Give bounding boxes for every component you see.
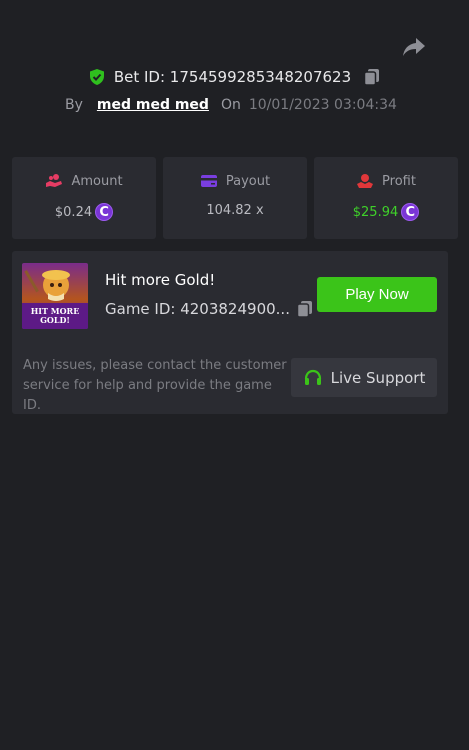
live-support-button[interactable]: Live Support [291, 358, 437, 397]
game-id-text: Game ID: 4203824900... [105, 300, 290, 318]
share-arrow-icon [403, 38, 425, 56]
profit-value: $25.94 [352, 204, 399, 220]
hand-coins-icon [45, 173, 63, 189]
game-title[interactable]: Hit more Gold! [105, 271, 215, 289]
headset-icon [303, 368, 323, 388]
coin-icon: C [401, 203, 420, 221]
share-button[interactable] [400, 34, 428, 60]
game-thumbnail[interactable]: HIT MORE GOLD! [22, 263, 88, 329]
bet-id-row: Bet ID: 1754599285348207623 [0, 68, 469, 86]
live-support-label: Live Support [330, 368, 426, 387]
game-id-row: Game ID: 4203824900... [105, 300, 314, 318]
bet-meta-row: By med med med On 10/01/2023 03:04:34 [65, 97, 397, 113]
username-link[interactable]: med med med [97, 97, 209, 113]
bet-detail-page: Bet ID: 1754599285348207623 By med med m… [0, 0, 469, 750]
payout-value: 104.82 x [206, 203, 264, 218]
amount-label: Amount [71, 173, 123, 189]
game-card: HIT MORE GOLD! Hit more Gold! Game ID: 4… [12, 251, 448, 414]
bet-id-text: Bet ID: 1754599285348207623 [113, 68, 352, 86]
payout-label: Payout [225, 173, 271, 189]
by-label: By [65, 97, 83, 113]
profit-card: Profit $25.94 C [314, 157, 458, 239]
play-now-button[interactable]: Play Now [317, 277, 437, 312]
card-icon [200, 173, 218, 189]
copy-icon [296, 301, 312, 318]
copy-game-id-button[interactable] [296, 300, 314, 318]
stats-row: Amount $0.24 C Payout 104.82 x Profit $2… [12, 157, 458, 239]
on-label: On [220, 97, 241, 113]
amount-card: Amount $0.24 C [12, 157, 156, 239]
thumb-title-line2: GOLD! [40, 315, 70, 325]
payout-card: Payout 104.82 x [163, 157, 307, 239]
shield-check-icon [88, 68, 106, 86]
copy-icon [363, 69, 380, 86]
bet-date: 10/01/2023 03:04:34 [248, 97, 397, 113]
support-message: Any issues, please contact the customer … [23, 358, 287, 413]
coin-icon: C [95, 203, 114, 221]
amount-value: $0.24 [54, 204, 93, 220]
profit-label: Profit [382, 173, 416, 189]
hand-money-icon [356, 173, 374, 189]
copy-bet-id-button[interactable] [363, 68, 381, 86]
